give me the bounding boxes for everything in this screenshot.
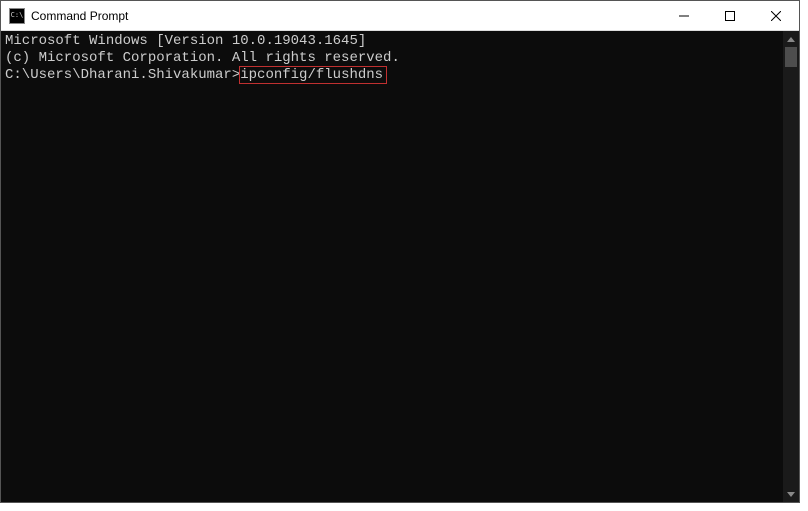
chevron-up-icon [787, 37, 795, 42]
terminal-output-line: Microsoft Windows [Version 10.0.19043.16… [5, 33, 779, 50]
minimize-icon [679, 11, 689, 21]
scroll-up-button[interactable] [783, 31, 799, 47]
chevron-down-icon [787, 492, 795, 497]
terminal-prompt-line: C:\Users\Dharani.Shivakumar>ipconfig/flu… [5, 67, 779, 84]
app-icon: C:\ [9, 8, 25, 24]
terminal-command-highlighted: ipconfig/flushdns [239, 66, 387, 84]
window-controls [661, 1, 799, 30]
maximize-icon [725, 11, 735, 21]
app-icon-glyph: C:\ [11, 12, 24, 19]
close-icon [771, 11, 781, 21]
maximize-button[interactable] [707, 1, 753, 30]
terminal-output-line: (c) Microsoft Corporation. All rights re… [5, 50, 779, 67]
command-prompt-window: C:\ Command Prompt Microsoft Windows [Ve… [0, 0, 800, 503]
minimize-button[interactable] [661, 1, 707, 30]
terminal-prompt: C:\Users\Dharani.Shivakumar> [5, 67, 240, 83]
close-button[interactable] [753, 1, 799, 30]
vertical-scrollbar[interactable] [783, 31, 799, 502]
window-title: Command Prompt [31, 9, 661, 23]
terminal-area[interactable]: Microsoft Windows [Version 10.0.19043.16… [1, 31, 799, 502]
titlebar[interactable]: C:\ Command Prompt [1, 1, 799, 31]
scroll-thumb[interactable] [785, 47, 797, 67]
terminal-content[interactable]: Microsoft Windows [Version 10.0.19043.16… [1, 31, 783, 502]
scroll-down-button[interactable] [783, 486, 799, 502]
